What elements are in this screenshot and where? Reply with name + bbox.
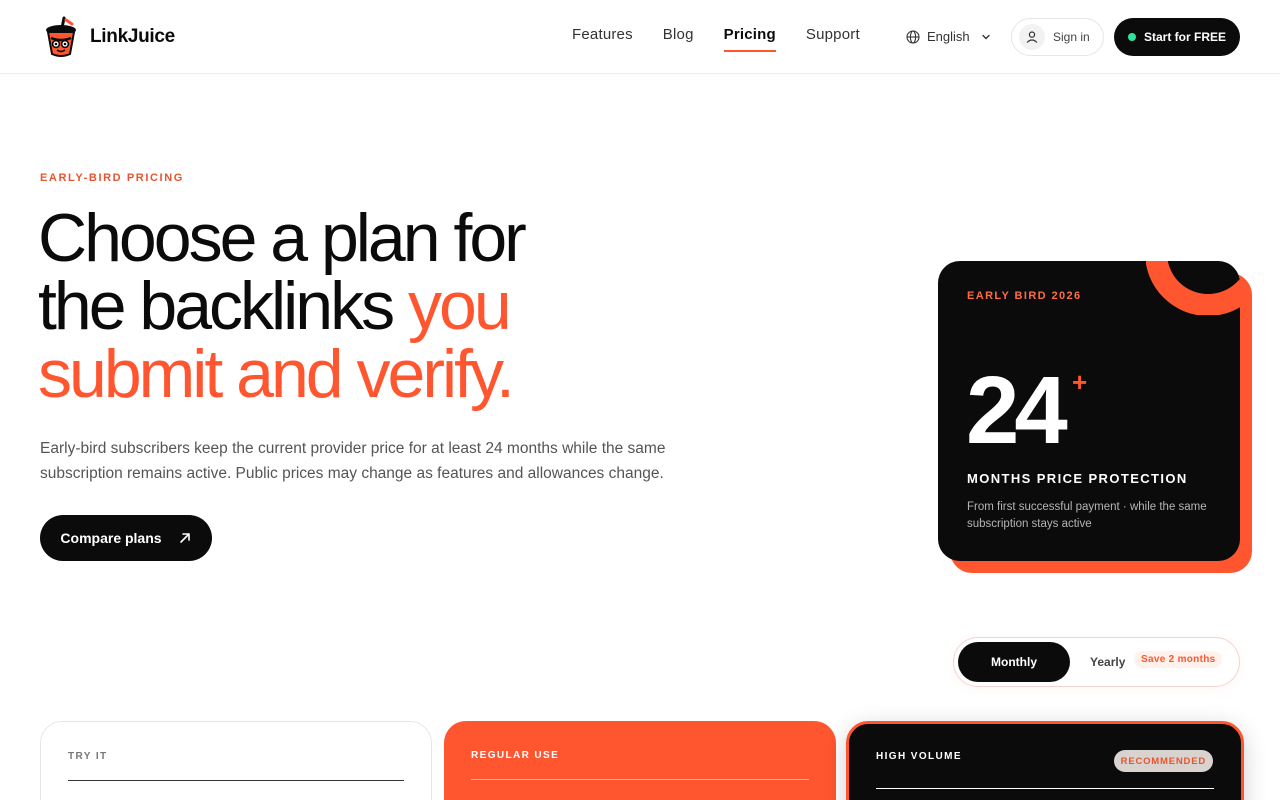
compare-plans-label: Compare plans xyxy=(60,530,162,546)
promo-number: 24 xyxy=(966,357,1068,464)
arrow-up-right-icon xyxy=(179,533,190,543)
plan-divider xyxy=(876,788,1214,789)
headline-line-1: Choose a plan for xyxy=(38,200,527,276)
start-free-label: Start for FREE xyxy=(1143,30,1226,44)
brand-logo[interactable]: LinkJuice xyxy=(42,16,175,58)
plan-eyebrow: HIGH VOLUME xyxy=(876,751,962,762)
plan-card-try-it[interactable]: TRY IT xyxy=(40,721,432,800)
hero-description: Early-bird subscribers keep the current … xyxy=(40,440,666,482)
site-header: LinkJuice Features Blog Pricing Support … xyxy=(0,0,1280,74)
billing-toggle: Monthly Yearly Save 2 months xyxy=(953,637,1240,687)
promo-plus: + xyxy=(1072,367,1088,397)
language-selector[interactable]: English xyxy=(906,29,991,44)
sign-in-button[interactable]: Sign in xyxy=(1011,18,1104,56)
start-free-button[interactable]: Start for FREE xyxy=(1114,18,1240,56)
plan-card-regular-use[interactable]: REGULAR USE xyxy=(444,721,836,800)
sign-in-label: Sign in xyxy=(1053,30,1090,44)
nav-item-features[interactable]: Features xyxy=(572,26,633,55)
user-avatar xyxy=(1019,24,1045,50)
plan-card-high-volume[interactable]: HIGH VOLUME RECOMMENDED xyxy=(846,721,1244,800)
plan-divider xyxy=(68,780,404,781)
nav-item-support[interactable]: Support xyxy=(806,26,860,55)
decorative-ring xyxy=(1146,261,1240,315)
language-label: English xyxy=(927,29,970,44)
promo-title: MONTHS PRICE PROTECTION xyxy=(967,471,1188,486)
hero-eyebrow: EARLY-BIRD PRICING xyxy=(40,172,184,184)
headline-accent-1: you xyxy=(408,268,512,344)
billing-monthly-option[interactable]: Monthly xyxy=(958,642,1070,682)
plan-eyebrow: TRY IT xyxy=(68,751,108,762)
linkjuice-cup-logo xyxy=(46,16,76,57)
brand-name: LinkJuice xyxy=(90,26,175,47)
recommended-badge: RECOMMENDED xyxy=(1113,750,1213,772)
nav-item-pricing[interactable]: Pricing xyxy=(723,26,777,55)
save-badge: Save 2 months xyxy=(1134,651,1223,668)
early-bird-card: EARLY BIRD 2026 24 + MONTHS PRICE PROTEC… xyxy=(938,261,1240,561)
hero-headline: Choose a plan for the backlinks you subm… xyxy=(38,204,658,408)
main-nav: Features Blog Pricing Support xyxy=(572,26,860,55)
nav-item-blog[interactable]: Blog xyxy=(663,26,694,55)
promo-eyebrow: EARLY BIRD 2026 xyxy=(967,290,1082,302)
user-icon xyxy=(1026,31,1038,43)
headline-accent-2: submit and verify. xyxy=(38,336,515,412)
billing-yearly-option[interactable]: Yearly xyxy=(1090,655,1125,669)
headline-line-2: the backlinks xyxy=(38,268,395,344)
status-dot xyxy=(1127,33,1136,41)
chevron-down-icon xyxy=(981,34,990,39)
compare-plans-button[interactable]: Compare plans xyxy=(40,515,212,561)
globe-icon xyxy=(906,29,920,44)
plan-eyebrow: REGULAR USE xyxy=(471,750,560,761)
plan-divider xyxy=(471,779,809,780)
promo-note: From first successful payment · while th… xyxy=(967,501,1207,530)
